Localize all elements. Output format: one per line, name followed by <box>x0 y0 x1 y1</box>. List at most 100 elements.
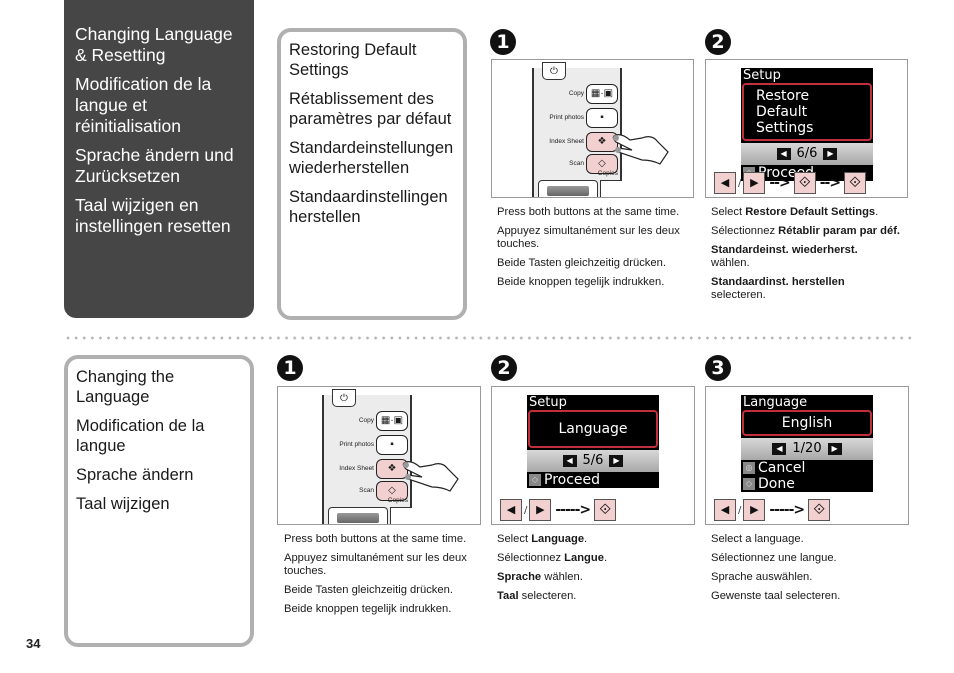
text: wählen. <box>711 257 750 269</box>
instruction-en: Select a language. <box>711 533 804 545</box>
instruction-nl: Standaardinst. herstellen selecteren. <box>711 276 911 302</box>
instruction-nl: Gewenste taal selecteren. <box>711 590 841 602</box>
pressing-hand-icon <box>402 461 459 492</box>
lcd-screen: Setup Restore Default Settings ◀6/6▶ ◇Pr… <box>741 68 873 181</box>
copies-label: Copies <box>597 170 618 177</box>
printer-control-panel: ⏻ Copy ▦·▣ Print photos ▪ Index Sheet ❖ … <box>522 62 622 197</box>
right-key-icon: ▶ <box>743 172 766 194</box>
index-sheet-label: Index Sheet <box>549 138 584 145</box>
screen-header: Language <box>743 395 808 410</box>
text: Select <box>711 206 746 218</box>
text: . <box>584 533 588 545</box>
screen-pager: ◀ 6/6 ▶ <box>741 143 873 165</box>
section-title-panel: Changing Language & Resetting Modificati… <box>64 0 254 318</box>
instruction-en: Press both buttons at the same time. <box>284 533 467 545</box>
screen-page: 1/20 <box>792 441 822 456</box>
step-number-badge: 3 <box>705 355 731 381</box>
section-title-de: Sprache ändern und Zurücksetzen <box>75 145 234 186</box>
screen-header: Setup <box>743 68 781 83</box>
copy-label: Copy <box>358 417 374 424</box>
instruction-de: Beide Tasten gleichzeitig drücken. <box>284 584 453 596</box>
step-instructions: Press both buttons at the same time. App… <box>284 533 496 622</box>
printer-panel-illustration: ⏻ Copy ▦·▣ Print photos ▪ Index Sheet ❖ … <box>491 59 694 198</box>
nav-left-icon: ◀ <box>776 147 791 160</box>
text: . <box>603 552 608 564</box>
menu-term: Restore Default Settings <box>745 206 876 218</box>
instruction-nl: Beide knoppen tegelijk indrukken. <box>284 603 452 615</box>
copy-row: Copy ▦·▣ <box>322 411 410 433</box>
instruction-fr: Appuyez simultanément sur les deux touch… <box>497 225 680 250</box>
index-sheet-label: Index Sheet <box>339 465 374 472</box>
slash: / <box>524 504 528 516</box>
screen-pager: ◀ 1/20 ▶ <box>741 438 873 460</box>
printer-lcd <box>328 507 388 524</box>
printer-copies-display <box>600 180 622 197</box>
restore-subtitle-nl: Standaardinstellingen herstellen <box>289 188 448 226</box>
instruction-fr: Sélectionnez Rétablir param par déf. <box>711 225 911 238</box>
start-small-icon: ◇ <box>529 474 541 486</box>
lcd-screen-illustration: Setup Restore Default Settings ◀6/6▶ ◇Pr… <box>705 59 908 198</box>
pressing-hand-icon <box>612 134 669 165</box>
screen-action: ◎ Cancel <box>741 460 873 476</box>
start-small-icon: ◇ <box>743 478 755 490</box>
language-subtitle-de: Sprache ändern <box>76 466 194 484</box>
screen-selected-item: English <box>742 410 872 436</box>
print-photos-row: Print photos ▪ <box>532 108 620 130</box>
lcd-screen: Language English ◀ 1/20 ▶ ◎ Cancel ◇ Done <box>741 395 873 492</box>
right-key-icon: ▶ <box>743 499 766 521</box>
copy-button-icon: ▦·▣ <box>586 84 618 104</box>
menu-term: Taal <box>497 590 519 602</box>
section-title-nl: Taal wijzigen en instellingen resetten <box>75 195 231 236</box>
restore-subtitle-en: Restoring Default Settings <box>289 41 417 79</box>
start-key-icon: ⟐ <box>808 499 831 521</box>
step-number-badge: 2 <box>491 355 517 381</box>
step-instructions: Select Language. Sélectionnez Langue. Sp… <box>497 533 709 609</box>
screen-page: 5/6 <box>582 453 604 468</box>
page-number: 34 <box>26 636 41 651</box>
section-title-fr: Modification de la langue et réinitialis… <box>75 74 212 136</box>
screen-header: Setup <box>529 395 567 410</box>
text: wählen. <box>541 571 583 583</box>
language-subtitle-nl: Taal wijzigen <box>76 495 170 513</box>
copy-row: Copy ▦·▣ <box>532 84 620 106</box>
screen-pager: ◀ 5/6 ▶ <box>527 450 659 472</box>
instruction-fr: Sélectionnez une langue. <box>711 552 837 564</box>
arrow-icon: -----> <box>769 502 805 518</box>
slash: / <box>738 504 742 516</box>
menu-term: Langue <box>564 552 604 564</box>
right-key-icon: ▶ <box>529 499 552 521</box>
copy-button-icon: ▦·▣ <box>376 411 408 431</box>
menu-term: Standardeinst. wiederherst. <box>711 244 858 256</box>
text: selecteren. <box>518 590 577 602</box>
instruction-nl: Taal selecteren. <box>497 590 709 603</box>
index-sheet-row: Index Sheet ❖ <box>322 459 410 481</box>
language-subtitle-box: Changing the Language Modification de la… <box>64 355 254 647</box>
instruction-de: Beide Tasten gleichzeitig drücken. <box>497 257 666 269</box>
key-sequence: ◀ / ▶ -----> ⟐ <box>500 499 617 521</box>
start-key-icon: ⟐ <box>844 172 867 194</box>
arrow-icon: --> <box>769 175 790 191</box>
screen-selected-item: Restore Default Settings <box>742 83 872 141</box>
printer-control-panel: ⏻ Copy ▦·▣ Print photos ▪ Index Sheet ❖ … <box>312 389 412 524</box>
instruction-en: Select Restore Default Settings. <box>711 206 911 219</box>
restore-subtitle-box: Restoring Default Settings Rétablissemen… <box>277 28 467 320</box>
printer-panel-illustration: ⏻ Copy ▦·▣ Print photos ▪ Index Sheet ❖ … <box>277 386 481 525</box>
screen-action-label: Done <box>758 476 795 492</box>
text: Sélectionnez <box>497 552 565 564</box>
print-photos-button-icon: ▪ <box>376 435 408 455</box>
screen-action: ◇ Done <box>741 476 873 492</box>
step-number-badge: 2 <box>705 29 731 55</box>
scan-label: Scan <box>359 487 374 494</box>
instruction-de: Sprache wählen. <box>497 571 709 584</box>
lcd-screen-illustration: Language English ◀ 1/20 ▶ ◎ Cancel ◇ Done ◀ … <box>705 386 909 525</box>
step-instructions: Select Restore Default Settings. Sélecti… <box>711 206 911 308</box>
stop-small-icon: ◎ <box>743 462 755 474</box>
left-key-icon: ◀ <box>714 499 736 521</box>
restore-subtitle-de: Standardeinstellungen wiederherstellen <box>289 139 454 177</box>
print-photos-button-icon: ▪ <box>586 108 618 128</box>
text: Sélectionnez <box>711 225 779 237</box>
instruction-nl: Beide knoppen tegelijk indrukken. <box>497 276 665 288</box>
language-subtitle-fr: Modification de la langue <box>76 417 205 455</box>
power-icon: ⏻ <box>332 389 356 407</box>
screen-action-label: Proceed <box>544 472 601 488</box>
